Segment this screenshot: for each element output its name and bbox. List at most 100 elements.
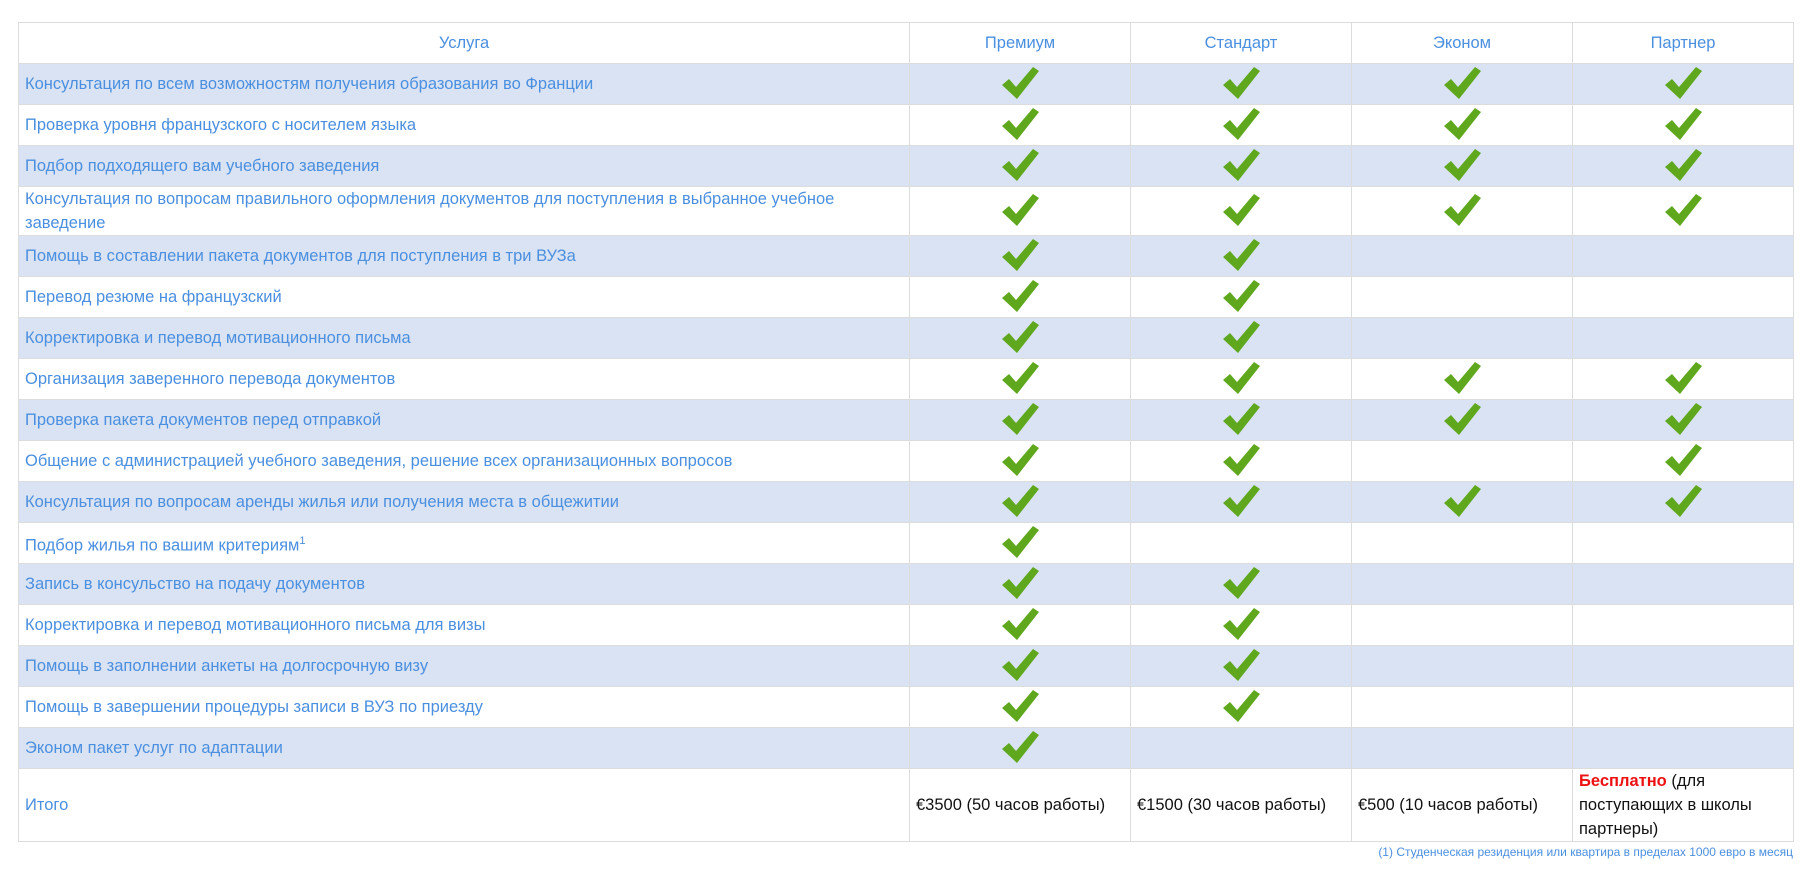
check-icon xyxy=(1221,565,1261,603)
check-icon xyxy=(1442,401,1482,439)
service-label: Помощь в завершении процедуры записи в В… xyxy=(18,686,910,728)
check-icon xyxy=(1442,106,1482,144)
service-text: Помощь в заполнении анкеты на долгосрочн… xyxy=(25,657,429,675)
service-label: Проверка уровня французского с носителем… xyxy=(18,104,910,146)
cell-standard xyxy=(1130,604,1352,646)
cell-premium xyxy=(909,522,1131,564)
header-partner: Партнер xyxy=(1572,22,1794,64)
check-icon xyxy=(1000,524,1040,562)
check-icon xyxy=(1221,106,1261,144)
service-label: Консультация по вопросам правильного офо… xyxy=(18,186,910,236)
cell-premium xyxy=(909,63,1131,105)
check-icon xyxy=(1663,483,1703,521)
check-icon xyxy=(1221,647,1261,685)
total-premium: €3500 (50 часов работы) xyxy=(909,768,1131,842)
cell-econom xyxy=(1351,481,1573,523)
table-row: Корректировка и перевод мотивационного п… xyxy=(18,604,1794,646)
table-row: Подбор подходящего вам учебного заведени… xyxy=(18,145,1794,187)
cell-standard xyxy=(1130,276,1352,318)
service-label: Помощь в заполнении анкеты на долгосрочн… xyxy=(18,645,910,687)
check-icon xyxy=(1663,65,1703,103)
check-icon xyxy=(1000,442,1040,480)
check-icon xyxy=(1000,401,1040,439)
service-label: Общение с администрацией учебного заведе… xyxy=(18,440,910,482)
cell-econom xyxy=(1351,145,1573,187)
service-label: Консультация по вопросам аренды жилья ил… xyxy=(18,481,910,523)
service-label: Проверка пакета документов перед отправк… xyxy=(18,399,910,441)
table-row: Проверка уровня французского с носителем… xyxy=(18,104,1794,146)
cell-premium xyxy=(909,235,1131,277)
cell-premium xyxy=(909,317,1131,359)
cell-econom xyxy=(1351,727,1573,769)
service-label: Организация заверенного перевода докумен… xyxy=(18,358,910,400)
check-icon xyxy=(1000,647,1040,685)
cell-premium xyxy=(909,440,1131,482)
service-text: Корректировка и перевод мотивационного п… xyxy=(25,616,486,634)
cell-econom xyxy=(1351,563,1573,605)
check-icon xyxy=(1221,278,1261,316)
check-icon xyxy=(1442,147,1482,185)
check-icon xyxy=(1221,606,1261,644)
cell-standard xyxy=(1130,522,1352,564)
service-text: Эконом пакет услуг по адаптации xyxy=(25,739,283,757)
check-icon xyxy=(1221,401,1261,439)
service-text: Подбор подходящего вам учебного заведени… xyxy=(25,157,380,175)
service-text: Помощь в составлении пакета документов д… xyxy=(25,247,576,265)
total-label: Итого xyxy=(18,768,910,842)
check-icon xyxy=(1000,278,1040,316)
check-icon xyxy=(1000,192,1040,230)
check-icon xyxy=(1221,483,1261,521)
cell-partner xyxy=(1572,317,1794,359)
cell-econom xyxy=(1351,276,1573,318)
pricing-table-container: Услуга Премиум Стандарт Эконом Партнер К… xyxy=(18,22,1794,859)
total-econom: €500 (10 часов работы) xyxy=(1351,768,1573,842)
check-icon xyxy=(1663,192,1703,230)
cell-standard xyxy=(1130,727,1352,769)
service-text: Подбор жилья по вашим критериям xyxy=(25,536,300,555)
check-icon xyxy=(1442,65,1482,103)
cell-standard xyxy=(1130,235,1352,277)
check-icon xyxy=(1221,360,1261,398)
check-icon xyxy=(1000,729,1040,767)
check-icon xyxy=(1221,688,1261,726)
check-icon xyxy=(1442,360,1482,398)
cell-partner xyxy=(1572,563,1794,605)
cell-partner xyxy=(1572,645,1794,687)
cell-premium xyxy=(909,604,1131,646)
table-row: Общение с администрацией учебного заведе… xyxy=(18,440,1794,482)
cell-partner xyxy=(1572,104,1794,146)
cell-premium xyxy=(909,358,1131,400)
cell-econom xyxy=(1351,63,1573,105)
service-label: Помощь в составлении пакета документов д… xyxy=(18,235,910,277)
header-econom: Эконом xyxy=(1351,22,1573,64)
cell-standard xyxy=(1130,317,1352,359)
check-icon xyxy=(1442,192,1482,230)
table-header-row: Услуга Премиум Стандарт Эконом Партнер xyxy=(18,22,1794,64)
cell-standard xyxy=(1130,63,1352,105)
service-text: Консультация по вопросам аренды жилья ил… xyxy=(25,493,619,511)
table-row: Консультация по вопросам правильного офо… xyxy=(18,186,1794,236)
check-icon xyxy=(1000,319,1040,357)
cell-econom xyxy=(1351,522,1573,564)
cell-partner xyxy=(1572,604,1794,646)
cell-standard xyxy=(1130,481,1352,523)
cell-partner xyxy=(1572,481,1794,523)
service-text: Консультация по всем возможностям получе… xyxy=(25,75,594,93)
check-icon xyxy=(1663,147,1703,185)
check-icon xyxy=(1221,65,1261,103)
cell-partner xyxy=(1572,358,1794,400)
cell-premium xyxy=(909,481,1131,523)
check-icon xyxy=(1000,483,1040,521)
table-row: Перевод резюме на французский xyxy=(18,276,1794,318)
cell-premium xyxy=(909,727,1131,769)
cell-econom xyxy=(1351,686,1573,728)
cell-partner xyxy=(1572,727,1794,769)
cell-econom xyxy=(1351,104,1573,146)
table-row: Консультация по всем возможностям получе… xyxy=(18,63,1794,105)
cell-partner xyxy=(1572,63,1794,105)
service-text: Корректировка и перевод мотивационного п… xyxy=(25,329,411,347)
service-text: Проверка уровня французского с носителем… xyxy=(25,116,417,134)
cell-partner xyxy=(1572,276,1794,318)
check-icon xyxy=(1663,401,1703,439)
cell-premium xyxy=(909,645,1131,687)
